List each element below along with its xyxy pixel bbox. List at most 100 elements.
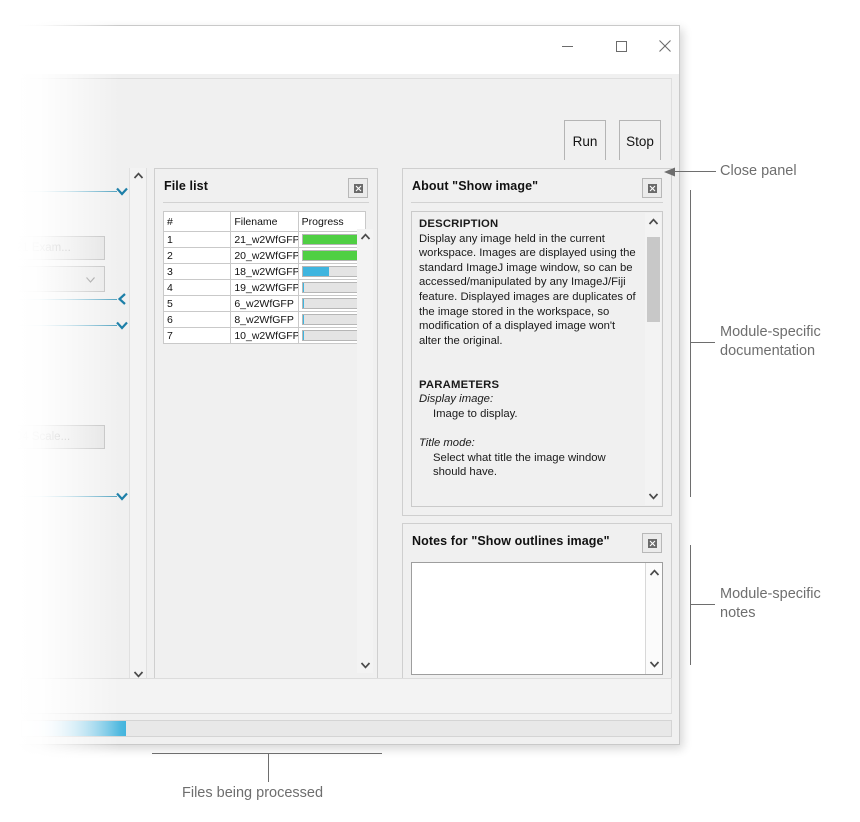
row-progress-bar <box>301 330 362 341</box>
doc-param1-desc: Image to display. <box>433 407 518 420</box>
table-row[interactable]: 7 10_w2WfGFP <box>162 327 367 344</box>
scroll-up-icon[interactable] <box>130 168 146 184</box>
doc-heading-parameters: PARAMETERS <box>419 378 500 391</box>
column-header-progress: Progress <box>297 211 367 232</box>
documentation-bracket-spine <box>690 190 691 497</box>
close-file-list-button[interactable] <box>348 178 368 198</box>
close-documentation-button[interactable] <box>642 178 662 198</box>
close-icon <box>353 183 363 193</box>
doc-param1-name: Display image: <box>419 393 494 406</box>
annotation-module-notes: Module-specific notes <box>720 586 821 621</box>
row-progress-cell <box>297 311 367 328</box>
doc-heading-description: DESCRIPTION <box>419 218 499 230</box>
chevron-left-icon[interactable] <box>114 291 130 307</box>
notes-bracket-stem <box>690 604 715 605</box>
row-filename: 18_w2WfGFP <box>230 263 299 280</box>
window-body: -21 Exam... -04 Scale... File list # Fil… <box>15 160 679 744</box>
scroll-up-icon[interactable] <box>645 214 661 230</box>
run-button[interactable]: Run <box>564 120 606 162</box>
documentation-panel: About "Show image" DESCRIPTION Display a… <box>402 168 672 516</box>
doc-description-body: Display any image held in the current wo… <box>419 232 636 347</box>
row-progress-bar <box>301 234 362 245</box>
close-panel-arrowhead <box>664 166 678 178</box>
sidebar-separator <box>15 325 117 326</box>
minimize-button[interactable] <box>544 26 590 66</box>
window-toolbar: Run Stop <box>15 74 679 162</box>
table-header-row: # Filename Progress <box>162 211 367 232</box>
sidebar-field-1[interactable]: -21 Exam... <box>15 236 105 260</box>
row-progress-bar <box>301 250 362 261</box>
table-row[interactable]: 6 8_w2WfGFP <box>162 311 367 328</box>
close-window-button[interactable] <box>642 26 679 66</box>
row-filename: 19_w2WfGFP <box>230 279 299 296</box>
sidebar-separator <box>15 299 117 300</box>
scroll-down-icon[interactable] <box>645 488 661 504</box>
annotation-close-panel: Close panel <box>720 163 797 179</box>
module-list-sidebar: -21 Exam... -04 Scale... <box>15 168 131 682</box>
notes-title: Notes for "Show outlines image" <box>412 534 610 548</box>
maximize-button[interactable] <box>598 26 644 66</box>
row-progress-bar <box>301 266 362 277</box>
documentation-viewport: DESCRIPTION Display any image held in th… <box>411 211 663 507</box>
chevron-down-icon[interactable] <box>114 488 130 504</box>
chevron-down-icon[interactable] <box>114 183 130 199</box>
row-progress-fill <box>302 315 305 324</box>
table-row[interactable]: 2 20_w2WfGFP <box>162 247 367 264</box>
scroll-up-icon[interactable] <box>357 229 373 245</box>
row-index: 3 <box>162 263 232 280</box>
documentation-text: DESCRIPTION Display any image held in th… <box>419 217 638 480</box>
row-progress-cell <box>297 263 367 280</box>
row-filename: 21_w2WfGFP <box>230 231 299 248</box>
panel-divider <box>411 202 663 203</box>
row-progress-bar <box>301 282 362 293</box>
chevron-down-icon[interactable] <box>114 317 130 333</box>
close-icon <box>647 183 657 193</box>
table-row[interactable]: 5 6_w2WfGFP <box>162 295 367 312</box>
row-index: 5 <box>162 295 232 312</box>
row-progress-cell <box>297 231 367 248</box>
row-progress-cell <box>297 279 367 296</box>
doc-param2-name: Title mode: <box>419 436 475 449</box>
file-list-table: # Filename Progress 1 21_w2WfGFP 2 20_w2WfG… <box>162 211 367 344</box>
scrollbar-thumb[interactable] <box>647 237 660 322</box>
row-index: 1 <box>162 231 232 248</box>
annotation-module-documentation: Module-specific documentation <box>720 324 821 359</box>
file-list-title: File list <box>164 179 208 193</box>
overall-progress-bar <box>21 720 672 737</box>
sidebar-scrollbar[interactable] <box>129 168 147 682</box>
row-filename: 20_w2WfGFP <box>230 247 299 264</box>
sidebar-field-2[interactable]: -04 Scale... <box>15 425 105 449</box>
scroll-down-icon[interactable] <box>357 657 373 673</box>
row-progress-fill <box>302 283 305 292</box>
row-progress-cell <box>297 295 367 312</box>
close-notes-button[interactable] <box>642 533 662 553</box>
documentation-scrollbar[interactable] <box>645 213 661 505</box>
row-index: 4 <box>162 279 232 296</box>
close-icon <box>647 538 657 548</box>
row-progress-cell <box>297 327 367 344</box>
notes-scrollbar[interactable] <box>645 563 662 674</box>
sidebar-combobox[interactable] <box>15 266 105 292</box>
doc-param2-desc: Select what title the image window shoul… <box>433 451 606 479</box>
row-progress-cell <box>297 247 367 264</box>
scroll-up-icon[interactable] <box>646 565 662 581</box>
row-filename: 10_w2WfGFP <box>230 327 299 344</box>
row-index: 2 <box>162 247 232 264</box>
column-header-filename: Filename <box>230 211 299 232</box>
overall-progress-fill <box>22 721 126 736</box>
table-row[interactable]: 3 18_w2WfGFP <box>162 263 367 280</box>
row-progress-fill <box>302 235 361 244</box>
row-filename: 6_w2WfGFP <box>230 295 299 312</box>
scroll-down-icon[interactable] <box>646 656 662 672</box>
screenshot-root: Run Stop -21 Exam... -04 Scale... File l… <box>0 0 860 822</box>
table-row[interactable]: 1 21_w2WfGFP <box>162 231 367 248</box>
file-list-scrollbar[interactable] <box>357 229 373 673</box>
notes-textarea[interactable] <box>411 562 663 675</box>
notes-bracket-spine <box>690 545 691 665</box>
row-progress-bar <box>301 298 362 309</box>
table-row[interactable]: 4 19_w2WfGFP <box>162 279 367 296</box>
documentation-bracket-stem <box>690 342 715 343</box>
stop-button[interactable]: Stop <box>619 120 661 162</box>
window-titlebar <box>15 26 679 75</box>
file-list-panel: File list # Filename Progress 1 21_w2WfG… <box>154 168 378 682</box>
